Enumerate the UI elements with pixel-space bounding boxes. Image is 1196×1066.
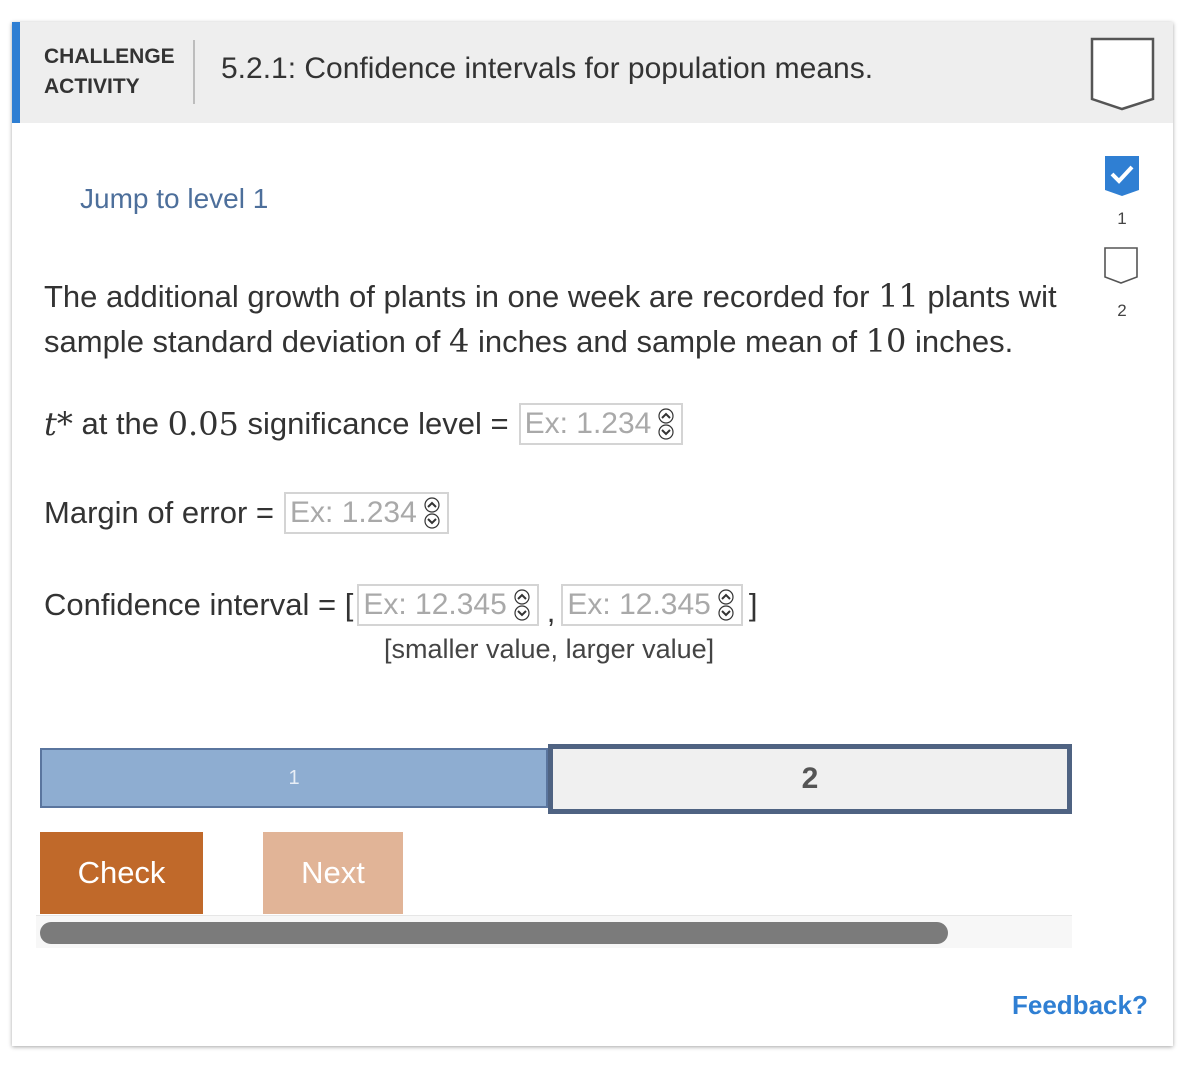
ci-hint: [smaller value, larger value] (384, 634, 715, 664)
sample-sd: 4 (448, 322, 470, 360)
margin-question: Margin of error = Ex: 1.234 (44, 492, 449, 534)
spinner-icon[interactable] (511, 589, 533, 621)
confidence-interval-question: Confidence interval = [ Ex: 12.345 , Ex:… (44, 580, 757, 630)
tstar-symbol: t* (44, 405, 73, 443)
header-divider (193, 40, 195, 104)
activity-type-line1: CHALLENGE (44, 45, 175, 68)
activity-title: 5.2.1: Confidence intervals for populati… (221, 52, 874, 85)
ci-upper-input[interactable]: Ex: 12.345 (561, 584, 743, 626)
header-accent-bar (12, 22, 20, 123)
activity-type-label: CHALLENGE ACTIVITY (44, 42, 179, 102)
spinner-icon[interactable] (421, 497, 443, 529)
significance-level: 0.05 (167, 405, 239, 443)
spinner-icon[interactable] (655, 408, 677, 440)
margin-input[interactable]: Ex: 1.234 (284, 492, 449, 534)
ci-lower-input[interactable]: Ex: 12.345 (357, 584, 539, 626)
margin-label: Margin of error = (44, 495, 275, 530)
level-1-complete-icon[interactable] (1104, 155, 1140, 197)
level-2-incomplete-icon[interactable] (1104, 247, 1138, 285)
level-2-number: 2 (1117, 301, 1127, 320)
ci-comma: , (546, 594, 556, 629)
sample-size: 11 (878, 277, 919, 315)
progress-level-1[interactable]: 1 (40, 748, 548, 808)
tstar-question: t* at the 0.05 significance level = Ex: … (44, 403, 684, 445)
problem-line-2: sample standard deviation of 4 inches an… (44, 322, 1014, 360)
sample-mean: 10 (865, 322, 907, 360)
ci-label: Confidence interval = [ (44, 587, 354, 622)
check-button[interactable]: Check (40, 832, 203, 914)
feedback-link[interactable]: Feedback? (1012, 990, 1148, 1021)
ci-close-bracket: ] (748, 587, 758, 622)
bookmark-icon[interactable] (1090, 37, 1155, 111)
activity-type-line2: ACTIVITY (44, 75, 140, 98)
problem-statement: The additional growth of plants in one w… (44, 274, 1074, 364)
progress-level-2[interactable]: 2 (548, 744, 1072, 814)
activity-header: CHALLENGE ACTIVITY 5.2.1: Confidence int… (12, 22, 1173, 123)
spinner-icon[interactable] (715, 589, 737, 621)
next-button[interactable]: Next (263, 832, 403, 914)
tstar-input[interactable]: Ex: 1.234 (518, 403, 684, 445)
level-1-number: 1 (1117, 209, 1127, 228)
scrollbar-thumb[interactable] (40, 922, 948, 944)
jump-to-level-link[interactable]: Jump to level 1 (80, 183, 268, 215)
problem-line-1: The additional growth of plants in one w… (44, 277, 1057, 315)
